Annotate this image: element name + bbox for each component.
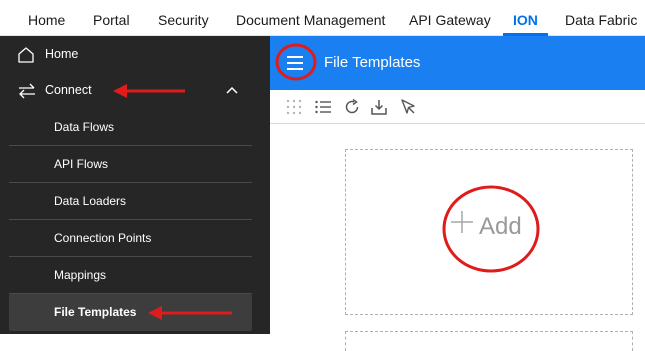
sidebar-subitem-api-flows[interactable]: API Flows xyxy=(9,146,252,183)
refresh-icon[interactable] xyxy=(343,98,361,116)
sidebar-subitem-label: Data Flows xyxy=(54,120,115,134)
sidebar-subitem-mappings[interactable]: Mappings xyxy=(9,257,252,294)
sidebar-item-home[interactable]: Home xyxy=(0,36,270,73)
select-pointer-icon[interactable] xyxy=(399,98,417,116)
grid-view-icon[interactable] xyxy=(285,98,303,116)
sidebar-subitem-label: Data Loaders xyxy=(54,194,127,208)
add-template-card[interactable]: Add xyxy=(345,149,633,315)
swap-arrows-icon xyxy=(19,83,35,99)
sidebar-item-connect[interactable]: Connect xyxy=(0,72,270,109)
sidebar-item-label: Connect xyxy=(45,83,92,97)
sidebar-subitem-label: File Templates xyxy=(54,305,137,319)
page-title: File Templates xyxy=(324,54,421,71)
sidebar-subitem-label: API Flows xyxy=(54,157,109,171)
nav-tab-data-fabric[interactable]: Data Fabric xyxy=(565,0,637,36)
add-label: Add xyxy=(479,213,522,240)
import-icon[interactable] xyxy=(370,98,388,116)
top-navigation: Home Portal Security Document Management… xyxy=(0,0,645,36)
nav-tab-document-management[interactable]: Document Management xyxy=(236,0,385,36)
plus-icon xyxy=(451,211,473,233)
nav-tab-portal[interactable]: Portal xyxy=(93,0,130,36)
template-card-partial xyxy=(345,331,633,351)
nav-tab-home[interactable]: Home xyxy=(28,0,65,36)
page-header: File Templates xyxy=(270,36,645,90)
nav-tab-security[interactable]: Security xyxy=(158,0,209,36)
list-view-icon[interactable] xyxy=(314,98,332,116)
nav-tab-api-gateway[interactable]: API Gateway xyxy=(409,0,491,36)
sidebar-subitem-connection-points[interactable]: Connection Points xyxy=(9,220,252,257)
nav-tab-ion[interactable]: ION xyxy=(503,0,548,36)
sidebar-item-label: Home xyxy=(45,47,79,61)
sidebar-subitem-data-loaders[interactable]: Data Loaders xyxy=(9,183,252,220)
chevron-up-icon[interactable] xyxy=(226,86,238,94)
hamburger-menu-icon[interactable] xyxy=(284,52,308,74)
content-area: Add xyxy=(270,124,645,351)
sidebar: Home Connect Data Flows API Flows Data L… xyxy=(0,36,270,334)
sidebar-subitem-file-templates[interactable]: File Templates xyxy=(9,294,252,331)
sidebar-subitem-label: Connection Points xyxy=(54,231,152,245)
sidebar-subitem-label: Mappings xyxy=(54,268,107,282)
home-icon xyxy=(18,47,34,63)
toolbar xyxy=(270,90,645,124)
sidebar-subitem-data-flows[interactable]: Data Flows xyxy=(9,109,252,146)
